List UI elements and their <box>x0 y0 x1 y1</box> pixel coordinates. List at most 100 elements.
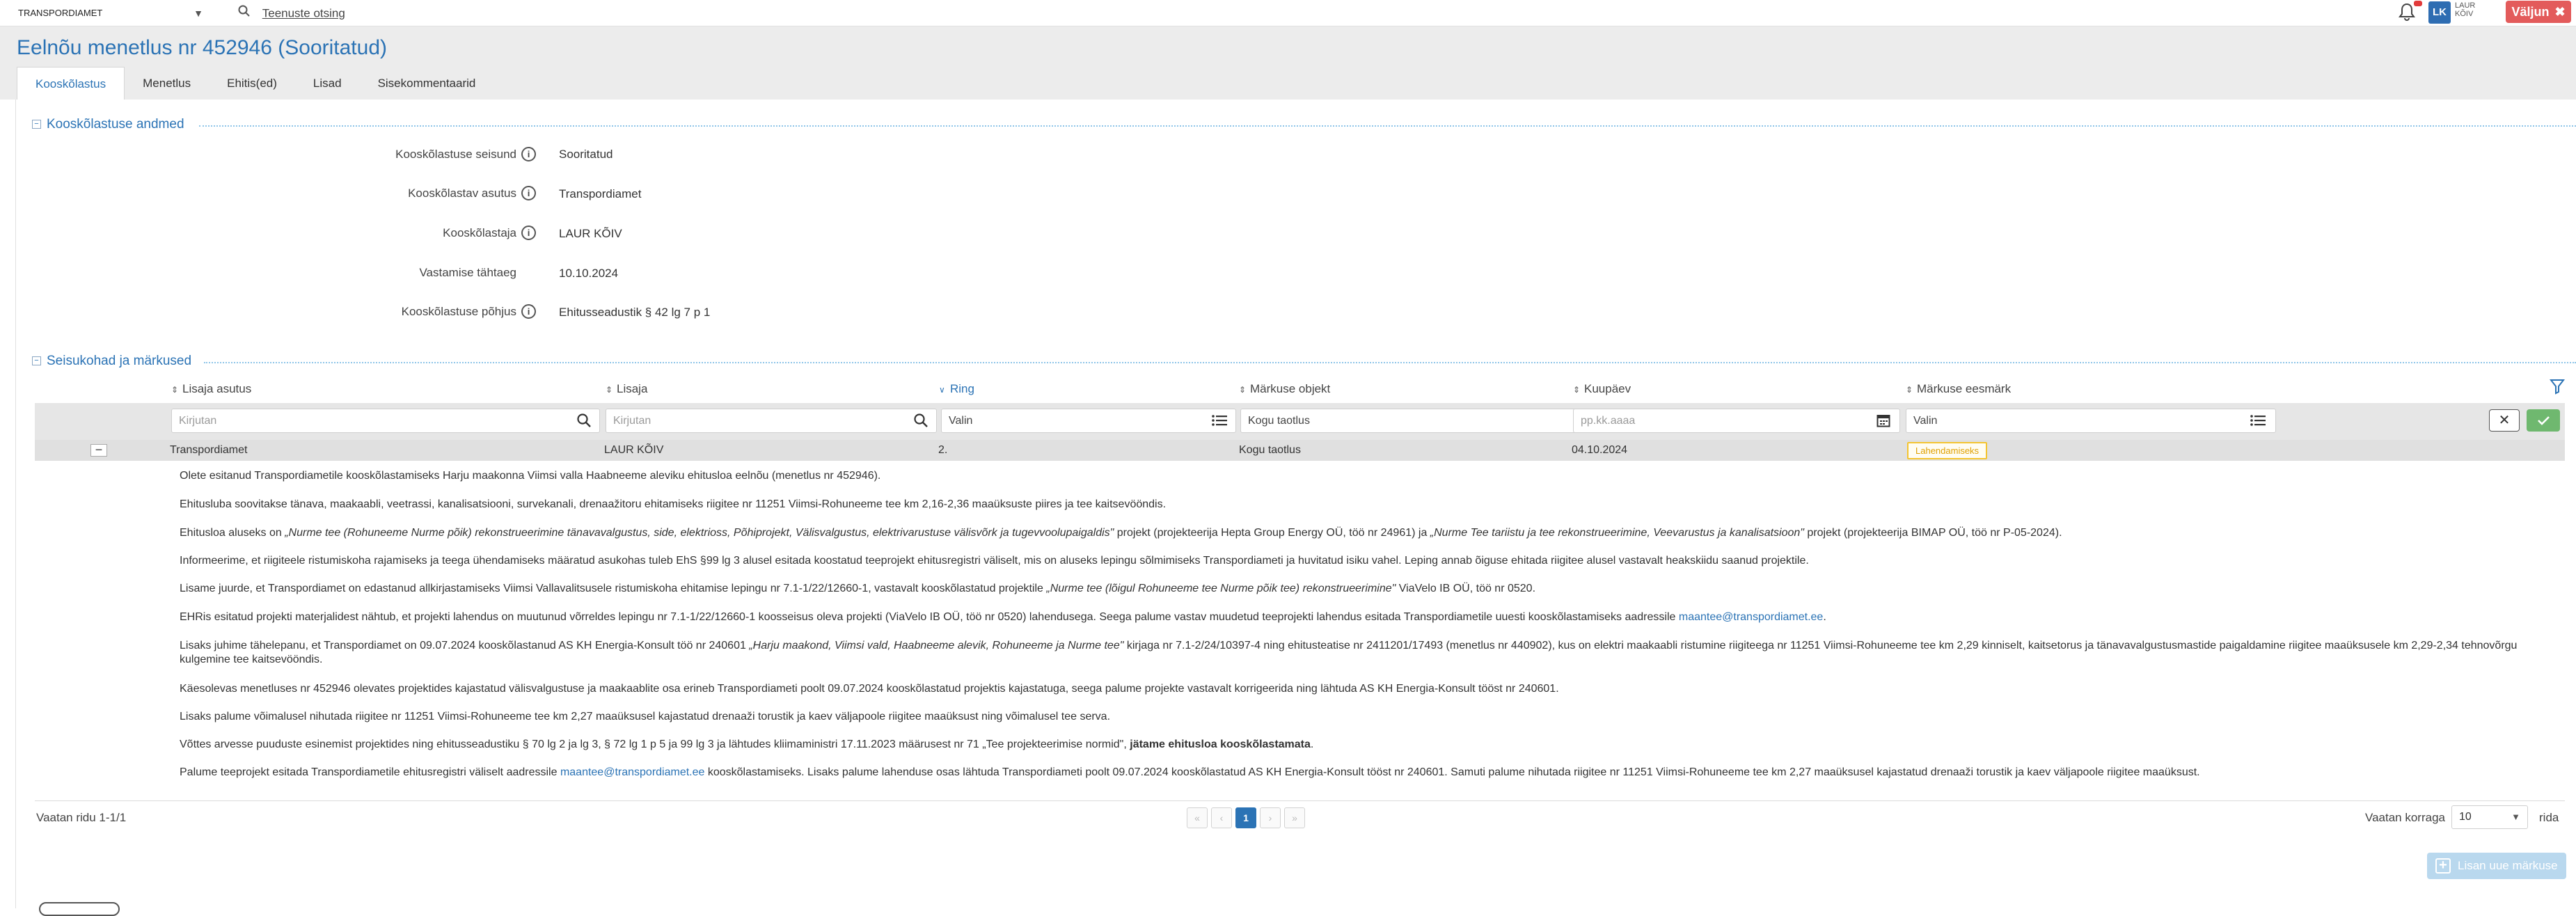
kuupaev-filter-input[interactable]: pp.kk.aaaa <box>1573 409 1900 433</box>
check-icon <box>2538 416 2550 425</box>
tab-kooskolastus[interactable]: Kooskõlastus <box>17 67 125 100</box>
user-name-last: KÕIV <box>2455 10 2474 18</box>
comment-paragraph: Lisaks juhime tähelepanu, et Transpordia… <box>180 639 2553 667</box>
column-header-markuse-objekt[interactable]: ⇕ Märkuse objekt <box>1239 380 1330 398</box>
logout-button[interactable]: Väljun ✖ <box>2506 1 2571 23</box>
details-section-header[interactable]: − Kooskõlastuse andmed <box>32 116 184 134</box>
markuse-objekt-filter-input[interactable]: Kogu taotlus <box>1240 409 1604 433</box>
column-label: Märkuse objekt <box>1250 382 1331 395</box>
organization-select[interactable]: TRANSPORDIAMET ▼ <box>18 3 203 23</box>
comment-project-name: „Nurme Tee tariistu ja tee rekonstrueeri… <box>1430 527 1804 539</box>
notification-dot <box>2414 1 2422 6</box>
chevron-down-icon: ▼ <box>193 8 203 19</box>
ring-filter-select[interactable]: Valin <box>941 409 1236 433</box>
comment-text: Lisaks juhime tähelepanu, et Transpordia… <box>180 640 750 652</box>
chevron-down-icon: ∨ <box>939 384 945 395</box>
asutus-filter-input[interactable]: Kirjutan <box>171 409 600 433</box>
comment-paragraph: Võttes arvesse puuduste esinemist projek… <box>180 738 1313 752</box>
column-header-markuse-eesmark[interactable]: ⇕ Märkuse eesmärk <box>1906 380 2011 398</box>
column-header-ring[interactable]: ∨ Ring <box>939 380 974 398</box>
info-icon[interactable]: i <box>521 304 536 319</box>
comment-text: Võttes arvesse puuduste esinemist projek… <box>180 739 1130 750</box>
tab-lisad[interactable]: Lisad <box>295 67 360 100</box>
comment-decision: jätame ehitusloa kooskõlastamata <box>1130 739 1311 750</box>
info-icon[interactable]: i <box>521 226 536 240</box>
per-page-suffix: rida <box>2539 811 2559 824</box>
row-collapse-button[interactable]: − <box>90 443 107 457</box>
section-divider <box>204 362 2576 363</box>
detail-label-kooskolastaja: Kooskõlastaja <box>443 226 516 239</box>
collapse-icon[interactable]: − <box>32 120 41 129</box>
details-section-title: Kooskõlastuse andmed <box>47 117 184 132</box>
filter-icon[interactable] <box>2549 378 2566 396</box>
row-lisaja: LAUR KÕIV <box>604 444 664 456</box>
column-header-lisaja-asutus[interactable]: ⇕ Lisaja asutus <box>171 380 251 398</box>
add-remark-button[interactable]: + Lisan uue märkuse <box>2427 853 2566 879</box>
comment-text: Palume teeprojekt esitada Transpordiamet… <box>180 766 560 778</box>
per-page-select[interactable]: 10 ▼ <box>2451 805 2528 829</box>
comment-paragraph: Lisaks palume võimalusel nihutada riigit… <box>180 711 1111 722</box>
tab-sisekommentaarid[interactable]: Sisekommentaarid <box>360 67 494 100</box>
tab-bar: Kooskõlastus Menetlus Ehitis(ed) Lisad S… <box>17 67 493 100</box>
per-page-label: Vaatan korraga <box>2365 811 2445 824</box>
page-button-1[interactable]: 1 <box>1235 807 1256 828</box>
filter-row: Kirjutan Kirjutan Valin Kogu taotlus pp.… <box>35 403 2565 440</box>
apply-filters-button[interactable] <box>2527 409 2560 432</box>
comment-text: . <box>1310 739 1314 750</box>
service-search-label: Teenuste otsing <box>262 6 345 20</box>
markuse-eesmark-filter-select[interactable]: Valin <box>1906 409 2276 433</box>
bottom-button-partial[interactable] <box>39 902 120 916</box>
notifications-bell-icon[interactable] <box>2399 1 2422 23</box>
pagination: « ‹ 1 › » <box>1187 807 1309 828</box>
next-page-button[interactable]: › <box>1260 807 1281 828</box>
list-icon[interactable] <box>1211 413 1228 431</box>
column-header-kuupaev[interactable]: ⇕ Kuupäev <box>1573 380 1631 398</box>
comment-paragraph: Käesolevas menetluses nr 452946 olevates… <box>180 683 1559 695</box>
detail-value-tahtaeg: 10.10.2024 <box>559 267 619 280</box>
sort-icon: ⇕ <box>1239 384 1247 395</box>
comment-text: projekt (projekteerija Hepta Group Energ… <box>1114 527 1430 539</box>
remarks-section-title: Seisukohad ja märkused <box>47 354 192 368</box>
add-remark-label: Lisan uue märkuse <box>2458 859 2558 872</box>
detail-value-asutus: Transpordiamet <box>559 187 642 200</box>
close-icon: ✕ <box>2498 413 2511 428</box>
lisaja-filter-input[interactable]: Kirjutan <box>606 409 937 433</box>
service-search-link[interactable]: Teenuste otsing <box>238 3 345 24</box>
last-page-button[interactable]: » <box>1284 807 1305 828</box>
section-divider <box>199 125 2576 127</box>
search-icon[interactable] <box>913 413 929 432</box>
detail-label-pohjus: Kooskõlastuse põhjus <box>401 305 516 318</box>
tab-ehitised[interactable]: Ehitis(ed) <box>209 67 295 100</box>
detail-value-seisund: Sooritatud <box>559 148 613 161</box>
column-label: Ring <box>950 382 974 395</box>
info-icon[interactable]: i <box>521 147 536 161</box>
remarks-section-header[interactable]: − Seisukohad ja märkused <box>32 352 191 370</box>
column-header-lisaja[interactable]: ⇕ Lisaja <box>606 380 647 398</box>
info-icon[interactable]: i <box>521 186 536 200</box>
comment-text: Lisame juurde, et Transpordiamet on edas… <box>180 583 1047 594</box>
clear-filters-button[interactable]: ✕ <box>2489 409 2520 432</box>
search-icon[interactable] <box>576 413 592 432</box>
email-link[interactable]: maantee@transpordiamet.ee <box>1679 611 1823 623</box>
comment-text: Ehitusloa aluseks on <box>180 527 285 539</box>
calendar-icon[interactable] <box>1876 413 1890 431</box>
chevron-down-icon: ▼ <box>2511 812 2520 822</box>
email-link[interactable]: maantee@transpordiamet.ee <box>560 766 704 778</box>
table-row[interactable]: − Transpordiamet LAUR KÕIV 2. Kogu taotl… <box>35 440 2565 461</box>
column-label: Kuupäev <box>1584 382 1631 395</box>
close-icon: ✖ <box>2554 5 2566 19</box>
avatar[interactable]: LK <box>2428 1 2451 24</box>
tab-menetlus[interactable]: Menetlus <box>125 67 209 100</box>
organization-select-value: TRANSPORDIAMET <box>18 8 103 18</box>
search-icon <box>238 3 251 24</box>
collapse-icon[interactable]: − <box>32 356 41 366</box>
comment-paragraph: Olete esitanud Transpordiametile kooskõl… <box>180 470 881 482</box>
plus-icon: + <box>2435 858 2451 874</box>
list-icon[interactable] <box>2250 413 2266 431</box>
detail-value-pohjus: Ehitusseadustik § 42 lg 7 p 1 <box>559 306 711 319</box>
prev-page-button[interactable]: ‹ <box>1211 807 1232 828</box>
column-label: Lisaja asutus <box>182 382 252 395</box>
page-title: Eelnõu menetlus nr 452946 (Sooritatud) <box>17 36 388 59</box>
logout-label: Väljun <box>2511 5 2550 19</box>
first-page-button[interactable]: « <box>1187 807 1208 828</box>
